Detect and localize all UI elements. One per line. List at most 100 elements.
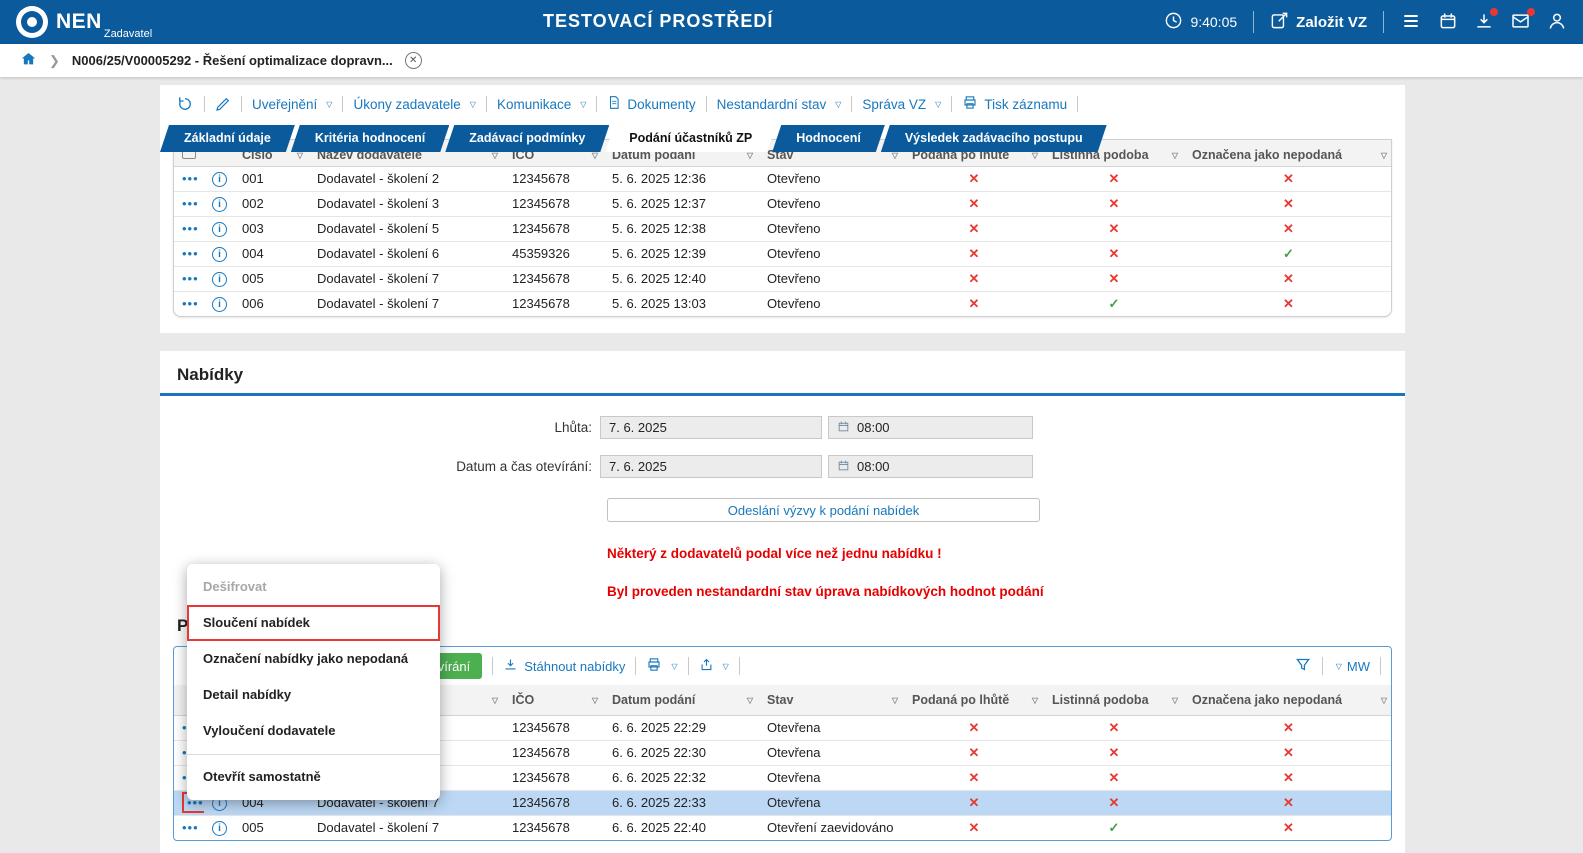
cell: 12345678 xyxy=(504,790,604,815)
toolbar-item-dokumenty[interactable]: Dokumenty xyxy=(607,95,695,113)
column-listinna-podoba[interactable]: Listinná podoba xyxy=(1044,685,1184,715)
toolbar-label: Dokumenty xyxy=(627,97,695,112)
table-row[interactable]: ••• i 006 Dodavatel - školení 7 12345678… xyxy=(174,291,1392,316)
table-row[interactable]: ••• i 005 Dodavatel - školení 7 12345678… xyxy=(174,815,1392,840)
send-invitation-button[interactable]: Odeslání výzvy k podání nabídek xyxy=(607,498,1040,522)
calendar-icon xyxy=(1438,11,1458,34)
row-menu-button[interactable]: ••• xyxy=(182,221,199,236)
toolbar-item-nestandardni-stav[interactable]: Nestandardní stav xyxy=(717,97,842,112)
toolbar-item-uverejneni[interactable]: Uveřejnění xyxy=(252,97,332,112)
history-button[interactable] xyxy=(176,95,194,113)
row-menu-button[interactable]: ••• xyxy=(182,171,199,186)
column-ico[interactable]: IČO xyxy=(504,685,604,715)
divider xyxy=(204,96,205,112)
cell: ✕ xyxy=(1044,266,1184,291)
profile-button[interactable] xyxy=(1547,11,1567,34)
edit-button[interactable] xyxy=(215,96,231,112)
lhuta-date-field[interactable]: 7. 6. 2025 xyxy=(600,416,822,439)
info-icon[interactable]: i xyxy=(212,172,227,187)
close-icon[interactable]: ✕ xyxy=(405,52,422,69)
menu-button[interactable] xyxy=(1400,11,1422,34)
column-oznacena-jako-nepodana[interactable]: Označena jako nepodaná xyxy=(1184,685,1392,715)
tab-vysledek-zadavaciho-postupu[interactable]: Výsledek zadávacího postupu xyxy=(881,125,1107,152)
filter-caret-icon[interactable] xyxy=(1381,696,1387,705)
info-icon[interactable]: i xyxy=(212,297,227,312)
toolbar-item-ukony-zadavatele[interactable]: Úkony zadavatele xyxy=(353,97,475,112)
table-row[interactable]: ••• i 001 Dodavatel - školení 2 12345678… xyxy=(174,166,1392,191)
cell: Dodavatel - školení 7 xyxy=(309,291,504,316)
cell: 6. 6. 2025 22:33 xyxy=(604,790,759,815)
lhuta-time-field[interactable]: 08:00 xyxy=(828,416,1033,439)
breadcrumb-item[interactable]: N006/25/V00005292 - Řešení optimalizace … xyxy=(72,53,393,68)
table-row[interactable]: ••• i 005 Dodavatel - školení 7 12345678… xyxy=(174,266,1392,291)
cell: ✕ xyxy=(1184,216,1392,241)
row-menu-button[interactable]: ••• xyxy=(182,271,199,286)
cell: ✕ xyxy=(904,715,1044,740)
otevirani-date-field[interactable]: 7. 6. 2025 xyxy=(600,455,822,478)
toolbar-item-sprava-vz[interactable]: Správa VZ xyxy=(862,97,941,112)
menu-item-vylouceni-dodavatele[interactable]: Vyloučení dodavatele xyxy=(187,713,440,749)
tab-zadavaci-podminky[interactable]: Zadávací podmínky xyxy=(445,125,609,152)
table-row[interactable]: ••• i 004 Dodavatel - školení 6 45359326… xyxy=(174,241,1392,266)
filter-button[interactable] xyxy=(1294,656,1312,676)
filter-caret-icon[interactable] xyxy=(1032,696,1038,705)
print-menu-button[interactable] xyxy=(646,657,677,675)
cell: ••• xyxy=(174,166,204,191)
otevirani-time-field[interactable]: 08:00 xyxy=(828,455,1033,478)
column-datum-podani[interactable]: Datum podání xyxy=(604,685,759,715)
download-offers-button[interactable]: Stáhnout nabídky xyxy=(503,657,625,675)
menu-item-detail-nabidky[interactable]: Detail nabídky xyxy=(187,677,440,713)
info-icon[interactable]: i xyxy=(212,272,227,287)
row-menu-button[interactable]: ••• xyxy=(182,246,199,261)
row-menu-button[interactable]: ••• xyxy=(182,820,199,835)
menu-item-otevrit-samostatne[interactable]: Otevřít samostatně xyxy=(187,754,440,795)
calendar-icon xyxy=(837,420,850,436)
info-icon[interactable]: i xyxy=(212,222,227,237)
filter-caret-icon[interactable] xyxy=(747,696,753,705)
cell: ••• xyxy=(174,815,204,840)
create-vz-button[interactable]: Založit VZ xyxy=(1270,11,1367,33)
export-menu-button[interactable] xyxy=(699,657,729,675)
tab-hodnoceni[interactable]: Hodnocení xyxy=(772,125,885,152)
mark-icon: ✕ xyxy=(1283,820,1294,835)
calendar-button[interactable] xyxy=(1438,11,1458,34)
downloads-button[interactable] xyxy=(1474,11,1494,34)
filter-caret-icon[interactable] xyxy=(492,696,498,705)
cell: 006 xyxy=(234,291,309,316)
row-menu-button[interactable]: ••• xyxy=(182,196,199,211)
row-menu-button[interactable]: ••• xyxy=(182,296,199,311)
table-row[interactable]: ••• i 003 Dodavatel - školení 5 12345678… xyxy=(174,216,1392,241)
tab-zakladni-udaje[interactable]: Základní údaje xyxy=(160,125,295,152)
filter-caret-icon[interactable] xyxy=(592,696,598,705)
table-row[interactable]: ••• i 002 Dodavatel - školení 3 12345678… xyxy=(174,191,1392,216)
column-podana-po-lhute[interactable]: Podaná po lhůtě xyxy=(904,685,1044,715)
menu-item-oznaceni-nabidky-jako-nepodana[interactable]: Označení nabídky jako nepodaná xyxy=(187,641,440,677)
toolbar-item-tisk-zaznamu[interactable]: Tisk záznamu xyxy=(962,95,1067,113)
cell: Otevřeno xyxy=(759,241,904,266)
tab-podani-ucastniku-zp[interactable]: Podání účastníků ZP xyxy=(605,125,776,152)
saved-filter-selector[interactable]: MW xyxy=(1333,659,1370,674)
filter-caret-icon[interactable] xyxy=(892,696,898,705)
share-icon xyxy=(699,657,714,675)
document-icon xyxy=(607,95,621,113)
cell: Otevřena xyxy=(759,790,904,815)
messages-button[interactable] xyxy=(1510,11,1531,34)
participants-table-container: Číslo Název dodavatele IČO Datum podání … xyxy=(173,139,1392,317)
info-icon[interactable]: i xyxy=(212,821,227,836)
info-icon[interactable]: i xyxy=(212,247,227,262)
divider xyxy=(688,657,689,675)
cell: 12345678 xyxy=(504,815,604,840)
info-icon[interactable]: i xyxy=(212,197,227,212)
breadcrumb: ❯ N006/25/V00005292 - Řešení optimalizac… xyxy=(0,44,1583,77)
tab-kriteria-hodnoceni[interactable]: Kritéria hodnocení xyxy=(291,125,449,152)
filter-caret-icon[interactable] xyxy=(1172,696,1178,705)
cell: i xyxy=(204,216,234,241)
toolbar-item-komunikace[interactable]: Komunikace xyxy=(497,97,586,112)
home-icon[interactable] xyxy=(20,51,37,70)
cell: ✕ xyxy=(1044,715,1184,740)
menu-item-slouceni-nabidek[interactable]: Sloučení nabídek xyxy=(187,605,440,641)
divider xyxy=(706,96,707,112)
mark-icon: ✕ xyxy=(1109,271,1120,286)
column-stav[interactable]: Stav xyxy=(759,685,904,715)
cell: Dodavatel - školení 6 xyxy=(309,241,504,266)
